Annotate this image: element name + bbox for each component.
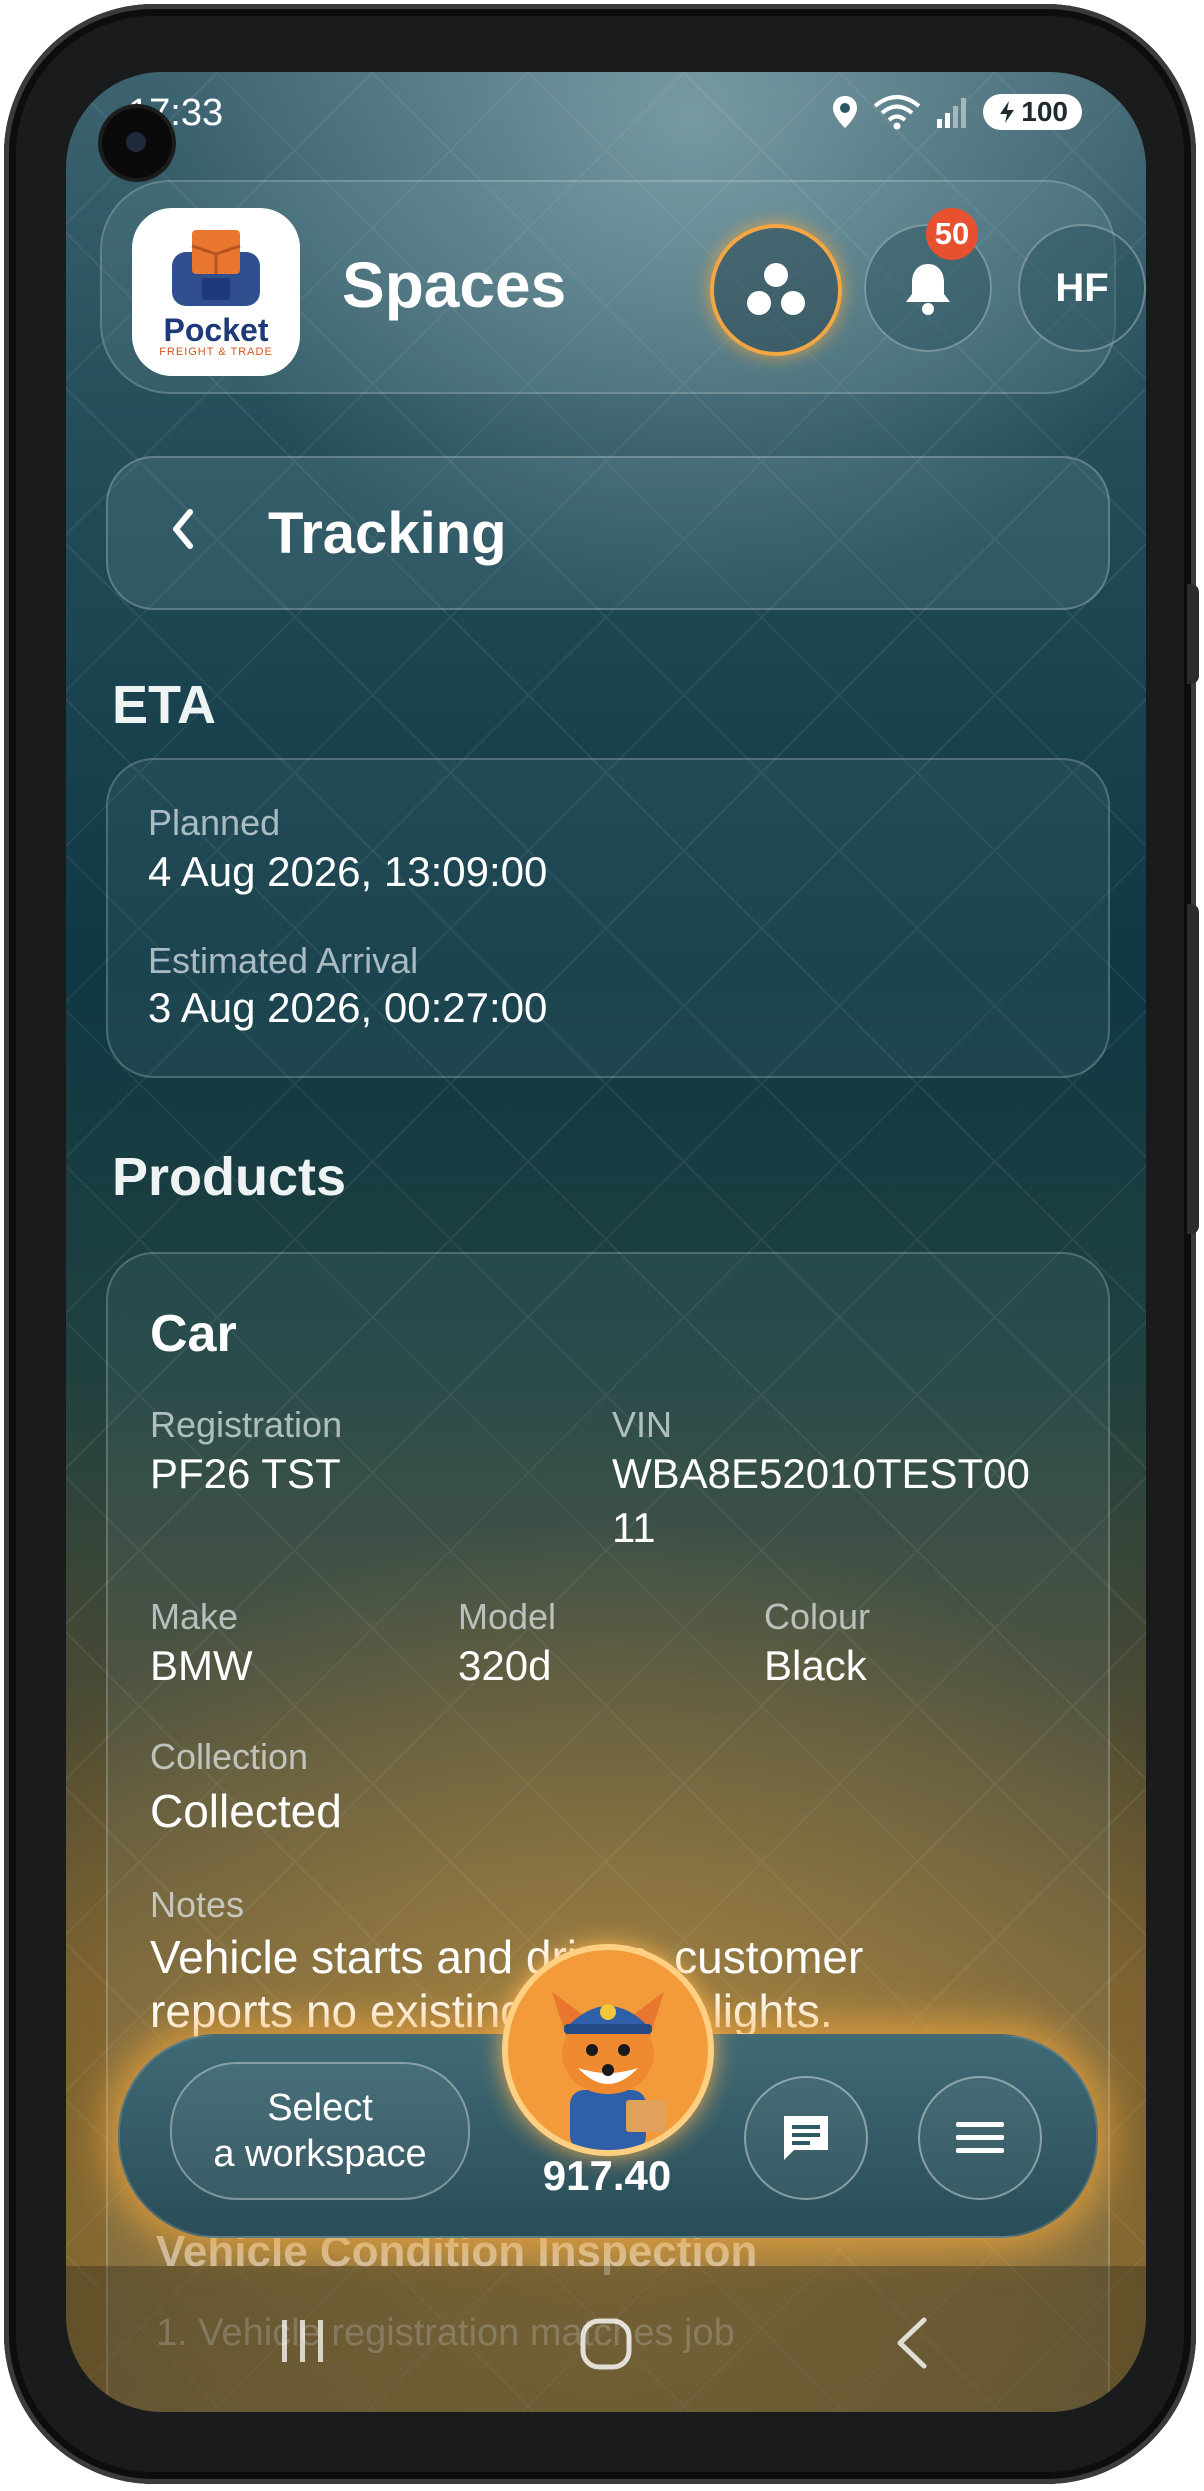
colour-label: Colour	[764, 1596, 871, 1637]
planned-value: 4 Aug 2026, 13:09:00	[148, 848, 548, 895]
make-label: Make	[150, 1596, 239, 1637]
model-value: 320d	[458, 1642, 552, 1689]
volume-button	[1187, 584, 1199, 684]
workspace-line1: Select	[267, 2087, 373, 2129]
menu-button[interactable]	[918, 2076, 1042, 2200]
chat-icon	[784, 2116, 828, 2160]
logo-subtext: FREIGHT & TRADE	[159, 346, 273, 358]
notes-line1: Vehicle starts and drives, customer	[150, 1931, 864, 1983]
model-label: Model	[458, 1596, 557, 1637]
back-icon[interactable]	[892, 2314, 932, 2372]
tracking-header: Tracking	[106, 456, 1110, 610]
estimated-arrival-value: 3 Aug 2026, 00:27:00	[148, 984, 548, 1031]
workspace-line2: a workspace	[213, 2133, 427, 2175]
tracking-title: Tracking	[268, 501, 507, 566]
profile-avatar-button[interactable]: HF	[1018, 224, 1146, 352]
registration-label: Registration	[150, 1404, 343, 1445]
spaces-icon	[747, 263, 805, 315]
registration-value: PF26 TST	[150, 1450, 341, 1497]
balance-value: 917.40	[542, 2152, 672, 2199]
spaces-button[interactable]	[710, 224, 842, 356]
power-button	[1187, 904, 1199, 1234]
signal-icon	[937, 98, 967, 128]
products-section-title: Products	[112, 1147, 347, 1207]
page-title: Spaces	[342, 249, 567, 321]
back-chevron-icon[interactable]	[168, 506, 196, 552]
estimated-arrival-label: Estimated Arrival	[148, 940, 419, 981]
logo-wordmark: Pocket	[163, 312, 269, 348]
vin-value-line2: 11	[612, 1504, 656, 1551]
notes-line2: reports no existing warning lights.	[150, 1985, 833, 2037]
chat-button[interactable]	[744, 2076, 868, 2200]
planned-label: Planned	[148, 802, 281, 843]
app-logo[interactable]: Pocket FREIGHT & TRADE	[132, 208, 300, 376]
front-camera	[102, 108, 172, 178]
notes-label: Notes	[150, 1884, 245, 1925]
system-nav-bar	[66, 2266, 1146, 2412]
avatar-initials: HF	[1055, 265, 1109, 310]
make-value: BMW	[150, 1642, 253, 1689]
phone-frame: 17:33 100 Pocket FREIGHT & TRADE Spaces …	[4, 4, 1199, 2484]
product-title: Car	[150, 1305, 237, 1363]
collection-label: Collection	[150, 1736, 309, 1777]
battery-level: 100	[1021, 96, 1068, 127]
eta-card: Planned 4 Aug 2026, 13:09:00 Estimated A…	[106, 758, 1110, 1078]
notification-count-badge: 50	[926, 208, 978, 260]
vin-label: VIN	[612, 1404, 673, 1445]
fox-mascot-icon	[552, 1992, 666, 2150]
wifi-icon	[874, 95, 921, 130]
collection-value: Collected	[150, 1785, 342, 1837]
location-icon	[833, 96, 858, 128]
bell-icon	[906, 264, 950, 315]
vin-value-line1: WBA8E52010TEST00	[612, 1450, 1030, 1497]
select-workspace-button[interactable]: Select a workspace	[170, 2062, 470, 2200]
screen: 17:33 100 Pocket FREIGHT & TRADE Spaces …	[66, 72, 1146, 2412]
fox-mascot-button[interactable]	[502, 1944, 714, 2156]
status-bar: 17:33 100	[66, 72, 1146, 182]
status-icons: 100	[831, 94, 1082, 130]
colour-value: Black	[764, 1642, 867, 1689]
eta-section-title: ETA	[112, 675, 216, 735]
logo-box-icon	[172, 230, 260, 306]
app-header: Pocket FREIGHT & TRADE Spaces 50 HF	[100, 180, 1146, 394]
hamburger-menu-icon	[956, 2122, 1004, 2153]
battery-indicator: 100	[983, 94, 1082, 130]
battery-charging-icon	[1000, 101, 1015, 123]
recent-apps-icon[interactable]	[278, 2318, 328, 2364]
home-icon[interactable]	[578, 2316, 634, 2372]
